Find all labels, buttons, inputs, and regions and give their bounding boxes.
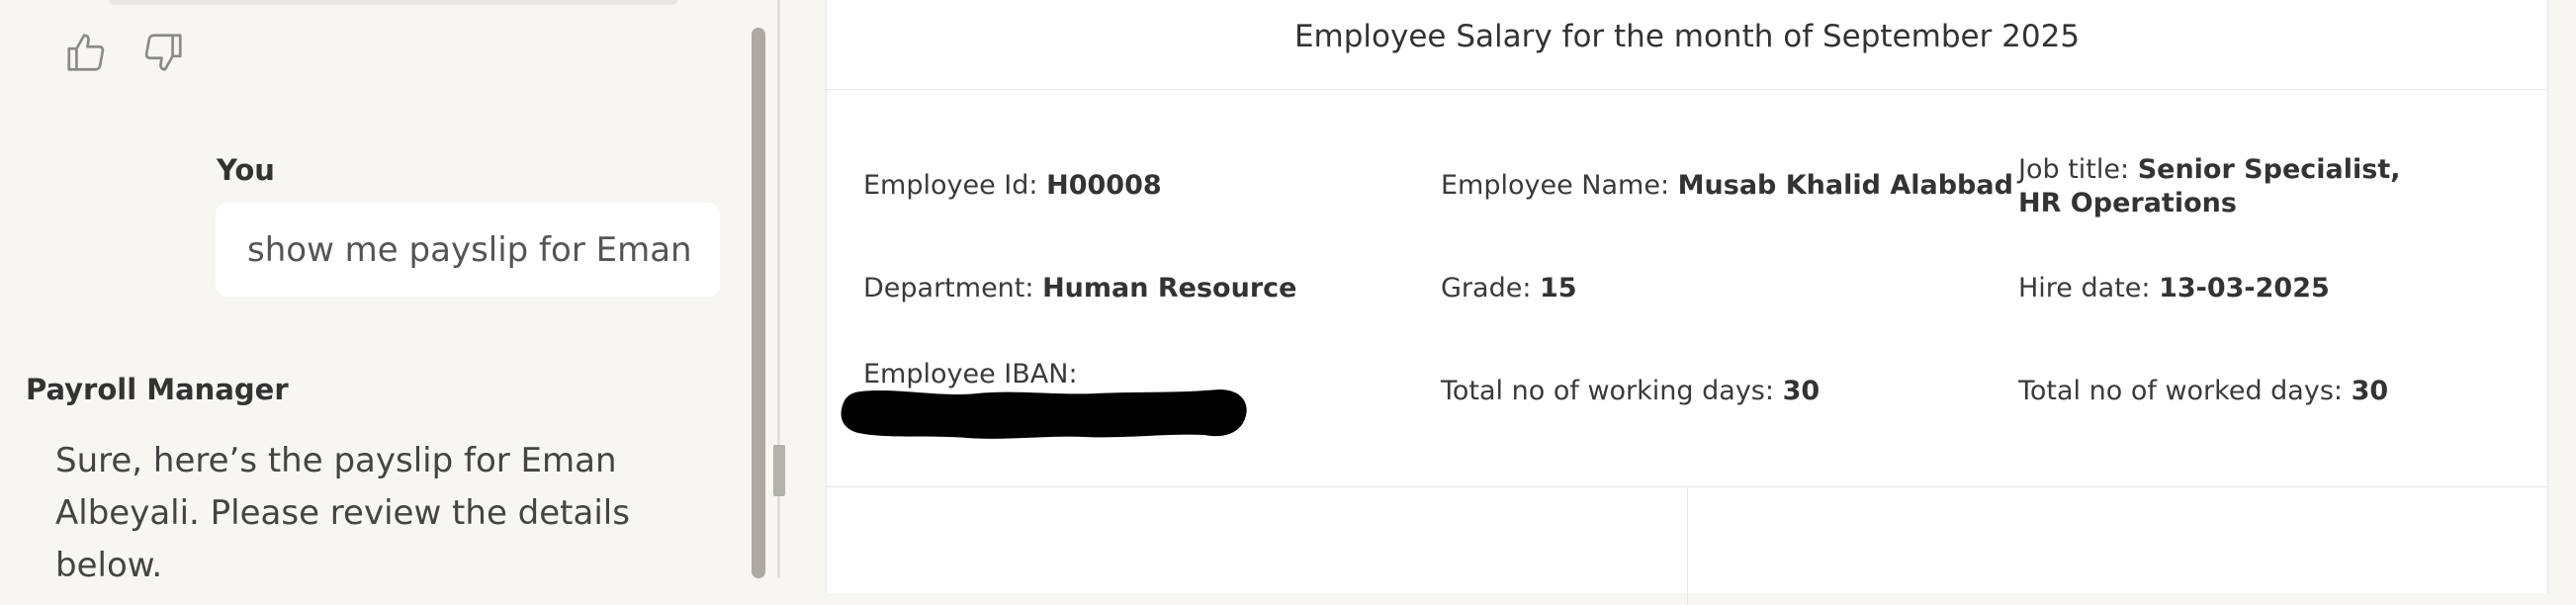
job-title-field: Job title: Senior Specialist, HR Operati… [2018, 153, 2443, 220]
hire-date-field: Hire date: 13-03-2025 [2018, 272, 2330, 305]
job-title-label: Job title: [2018, 154, 2130, 185]
hire-date-value: 13-03-2025 [2159, 273, 2330, 303]
assistant-sender-name: Payroll Manager [26, 373, 289, 406]
user-message-text: show me payslip for Eman [247, 230, 692, 270]
grade-field: Grade: 15 [1441, 272, 1577, 305]
employee-id-value: H00008 [1046, 170, 1162, 201]
working-days-label: Total no of working days: [1441, 376, 1774, 406]
employee-id-field: Employee Id: H00008 [863, 169, 1162, 203]
thumbs-down-icon[interactable] [140, 30, 186, 75]
assistant-message-text: Sure, here’s the payslip for Eman Albeya… [55, 441, 630, 578]
grade-value: 15 [1540, 273, 1577, 303]
thumbs-up-icon[interactable] [63, 30, 109, 75]
worked-days-value: 30 [2351, 376, 2389, 406]
department-field: Department: Human Resource [863, 272, 1296, 305]
employee-name-field: Employee Name: Musab Khalid Alabbad [1441, 169, 2013, 203]
employee-name-value: Musab Khalid Alabbad [1677, 170, 2013, 201]
working-days-field: Total no of working days: 30 [1441, 375, 1820, 408]
chat-pane: You show me payslip for Eman Payroll Man… [0, 0, 752, 578]
employee-name-label: Employee Name: [1441, 170, 1670, 201]
column-divider [1687, 486, 1688, 605]
pane-resize-handle[interactable] [773, 445, 785, 496]
payslip-card: Employee Salary for the month of Septemb… [826, 0, 2548, 605]
user-message-bubble: show me payslip for Eman [216, 203, 720, 297]
iban-redaction-mark [841, 389, 1247, 439]
payslip-title: Employee Salary for the month of Septemb… [827, 0, 2547, 90]
hire-date-label: Hire date: [2018, 273, 2151, 303]
grade-label: Grade: [1441, 273, 1532, 303]
employee-id-label: Employee Id: [863, 170, 1038, 201]
previous-message-card-edge [109, 0, 677, 5]
worked-days-field: Total no of worked days: 30 [2018, 375, 2388, 408]
working-days-value: 30 [1782, 376, 1821, 406]
worked-days-label: Total no of worked days: [2018, 376, 2343, 406]
chat-scrollbar[interactable] [752, 28, 765, 578]
department-value: Human Resource [1042, 273, 1297, 303]
user-sender-name: You [217, 153, 275, 187]
department-label: Department: [863, 273, 1034, 303]
